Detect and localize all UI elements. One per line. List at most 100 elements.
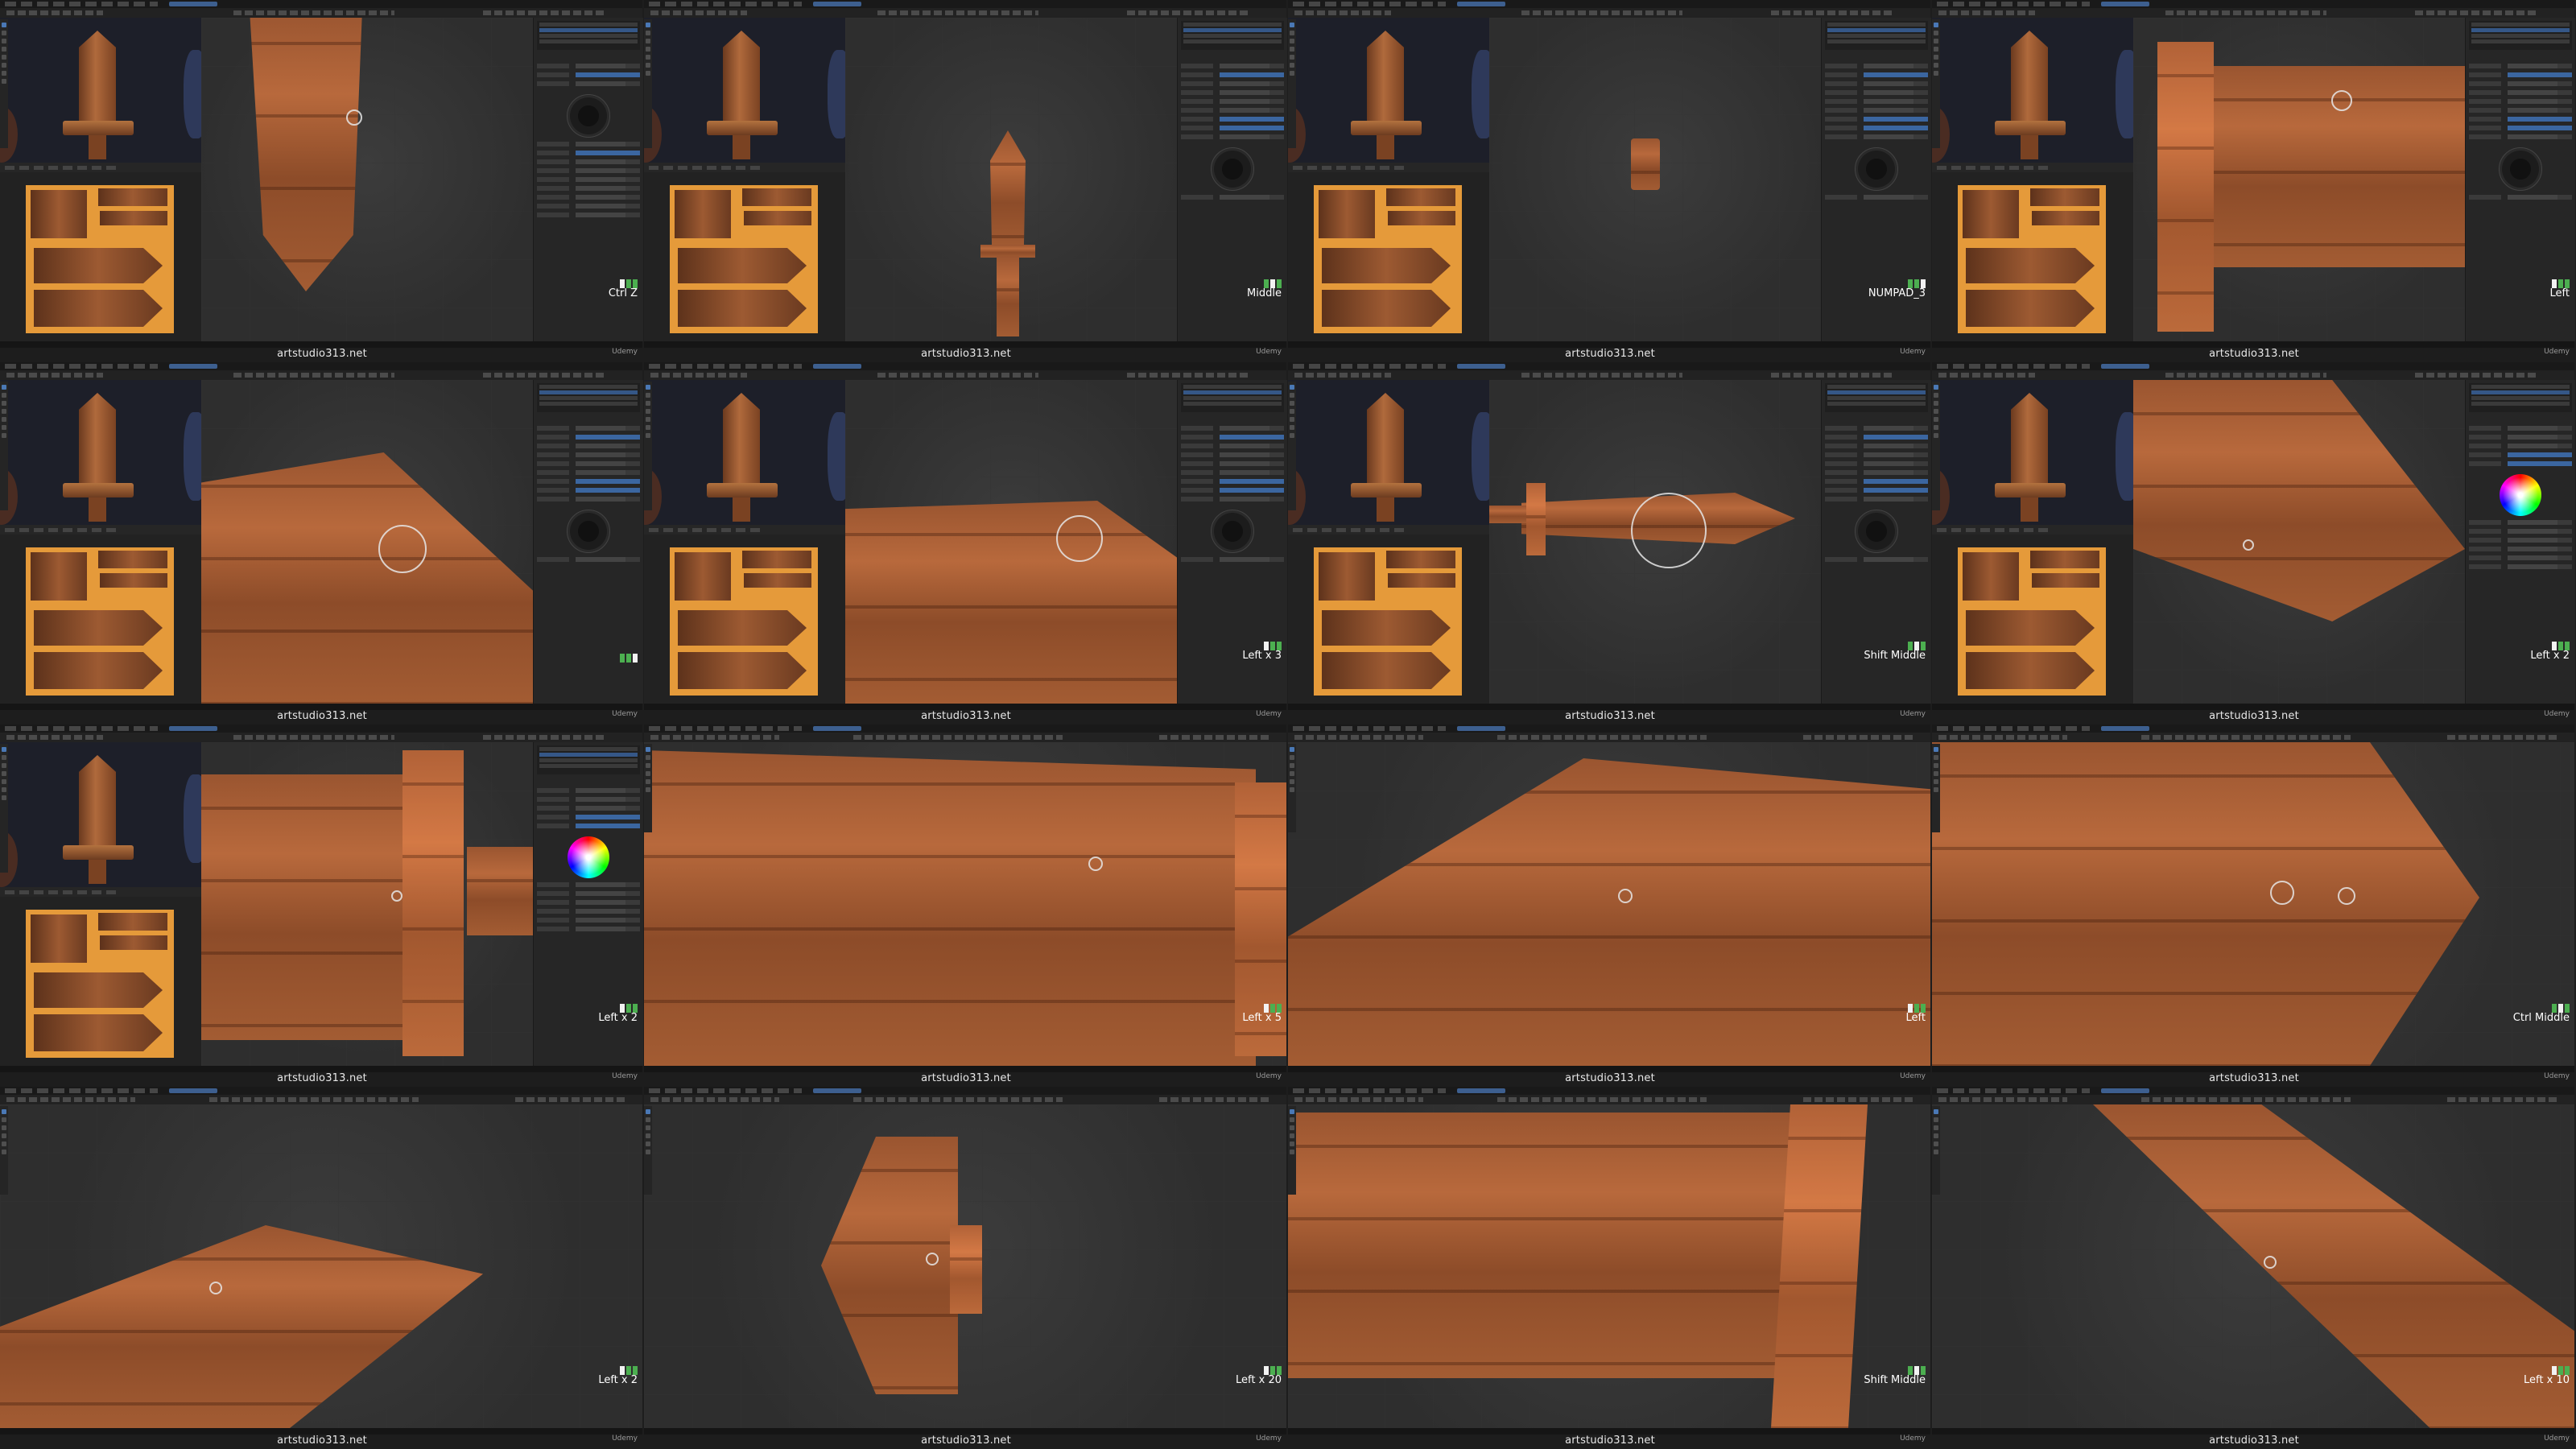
left-toolbar[interactable]: [0, 744, 8, 873]
left-toolbar[interactable]: [0, 1106, 8, 1195]
outliner[interactable]: [1825, 21, 1928, 50]
tool-header[interactable]: [644, 733, 1286, 742]
3d-preview-sword[interactable]: [0, 18, 201, 163]
brush-cursor: [2331, 90, 2352, 111]
left-toolbar[interactable]: [644, 382, 652, 510]
left-toolbar[interactable]: [1932, 382, 1940, 510]
texture-atlas: [26, 547, 174, 696]
texture-atlas: [1958, 185, 2106, 333]
outliner[interactable]: [537, 745, 640, 774]
tool-header[interactable]: [1932, 8, 2574, 18]
color-wheel[interactable]: [2499, 147, 2542, 191]
outliner[interactable]: [1181, 383, 1284, 412]
3d-preview-sword[interactable]: [0, 742, 201, 887]
color-wheel[interactable]: [2500, 474, 2541, 516]
3d-viewport[interactable]: [644, 1104, 1286, 1428]
tool-header[interactable]: [0, 8, 642, 18]
image-editor-texture[interactable]: [1932, 525, 2133, 704]
3d-preview-sword[interactable]: [1932, 18, 2133, 163]
tool-header[interactable]: [1932, 733, 2574, 742]
left-toolbar[interactable]: [644, 744, 652, 832]
3d-viewport[interactable]: [201, 18, 533, 341]
3d-preview-sword[interactable]: [644, 18, 845, 163]
key-label: Ctrl Middle: [2512, 1012, 2570, 1024]
tool-header[interactable]: [0, 733, 642, 742]
color-wheel[interactable]: [1211, 510, 1254, 553]
blender-window: Middle: [644, 0, 1287, 341]
left-toolbar[interactable]: [1288, 382, 1296, 510]
3d-viewport[interactable]: [1288, 1104, 1930, 1428]
blender-window: Left x 2: [1932, 362, 2575, 704]
3d-viewport[interactable]: [2133, 380, 2465, 704]
tile-1: Ctrl Z artstudio313.net Udemy: [0, 0, 644, 362]
left-toolbar[interactable]: [1288, 744, 1296, 832]
outliner[interactable]: [537, 21, 640, 50]
outliner[interactable]: [537, 383, 640, 412]
color-wheel[interactable]: [1855, 510, 1898, 553]
3d-viewport[interactable]: [845, 380, 1177, 704]
3d-viewport[interactable]: [1489, 380, 1821, 704]
left-toolbar[interactable]: [1288, 1106, 1296, 1195]
image-editor-texture[interactable]: [0, 525, 201, 704]
tool-header[interactable]: [644, 1095, 1286, 1104]
3d-viewport[interactable]: [2133, 18, 2465, 341]
tool-header[interactable]: [0, 370, 642, 380]
tool-header[interactable]: [644, 370, 1286, 380]
3d-preview-sword[interactable]: [1288, 18, 1489, 163]
3d-viewport[interactable]: [845, 18, 1177, 341]
outliner[interactable]: [2469, 383, 2572, 412]
image-editor-texture[interactable]: [0, 887, 201, 1066]
texture-atlas: [1314, 185, 1462, 333]
color-wheel[interactable]: [1855, 147, 1898, 191]
3d-viewport[interactable]: [1288, 742, 1930, 1066]
mouse-indicator-icon: [1864, 638, 1926, 650]
mouse-indicator-icon: [2524, 1363, 2570, 1375]
watermark: artstudio313.net: [1565, 348, 1655, 360]
tool-header[interactable]: [644, 8, 1286, 18]
3d-viewport[interactable]: [1489, 18, 1821, 341]
tool-header[interactable]: [1932, 1095, 2574, 1104]
image-editor-texture[interactable]: [644, 163, 845, 341]
watermark: artstudio313.net: [277, 348, 367, 360]
color-wheel[interactable]: [567, 94, 610, 138]
outliner[interactable]: [1825, 383, 1928, 412]
udemy-logo: Udemy: [612, 1072, 638, 1080]
3d-preview-sword[interactable]: [0, 380, 201, 525]
tool-header[interactable]: [1288, 1095, 1930, 1104]
tool-header[interactable]: [0, 1095, 642, 1104]
color-wheel[interactable]: [568, 836, 609, 878]
3d-viewport[interactable]: [201, 742, 533, 1066]
3d-viewport[interactable]: [1932, 1104, 2574, 1428]
3d-preview-sword[interactable]: [1932, 380, 2133, 525]
left-toolbar[interactable]: [1288, 19, 1296, 148]
left-toolbar[interactable]: [0, 19, 8, 148]
left-toolbar[interactable]: [1932, 744, 1940, 832]
3d-preview-sword[interactable]: [1288, 380, 1489, 525]
3d-viewport[interactable]: [201, 380, 533, 704]
3d-viewport[interactable]: [644, 742, 1286, 1066]
tile-9: Left x 2 artstudio313.net Udemy: [0, 724, 644, 1087]
tool-header[interactable]: [1932, 370, 2574, 380]
image-editor-texture[interactable]: [0, 163, 201, 341]
color-wheel[interactable]: [1211, 147, 1254, 191]
tool-header[interactable]: [1288, 370, 1930, 380]
left-toolbar[interactable]: [0, 382, 8, 510]
3d-viewport[interactable]: [1932, 742, 2574, 1066]
image-editor-texture[interactable]: [1288, 163, 1489, 341]
image-editor-texture[interactable]: [1288, 525, 1489, 704]
tool-header[interactable]: [1288, 733, 1930, 742]
3d-preview-sword[interactable]: [644, 380, 845, 525]
outliner[interactable]: [1181, 21, 1284, 50]
outliner[interactable]: [2469, 21, 2572, 50]
left-toolbar[interactable]: [644, 1106, 652, 1195]
color-wheel[interactable]: [567, 510, 610, 553]
image-editor-texture[interactable]: [644, 525, 845, 704]
left-toolbar[interactable]: [644, 19, 652, 148]
udemy-logo: Udemy: [1256, 348, 1282, 356]
left-toolbar[interactable]: [1932, 1106, 1940, 1195]
blender-window: Left x 2: [0, 724, 643, 1066]
image-editor-texture[interactable]: [1932, 163, 2133, 341]
tool-header[interactable]: [1288, 8, 1930, 18]
left-toolbar[interactable]: [1932, 19, 1940, 148]
3d-viewport[interactable]: [0, 1104, 642, 1428]
